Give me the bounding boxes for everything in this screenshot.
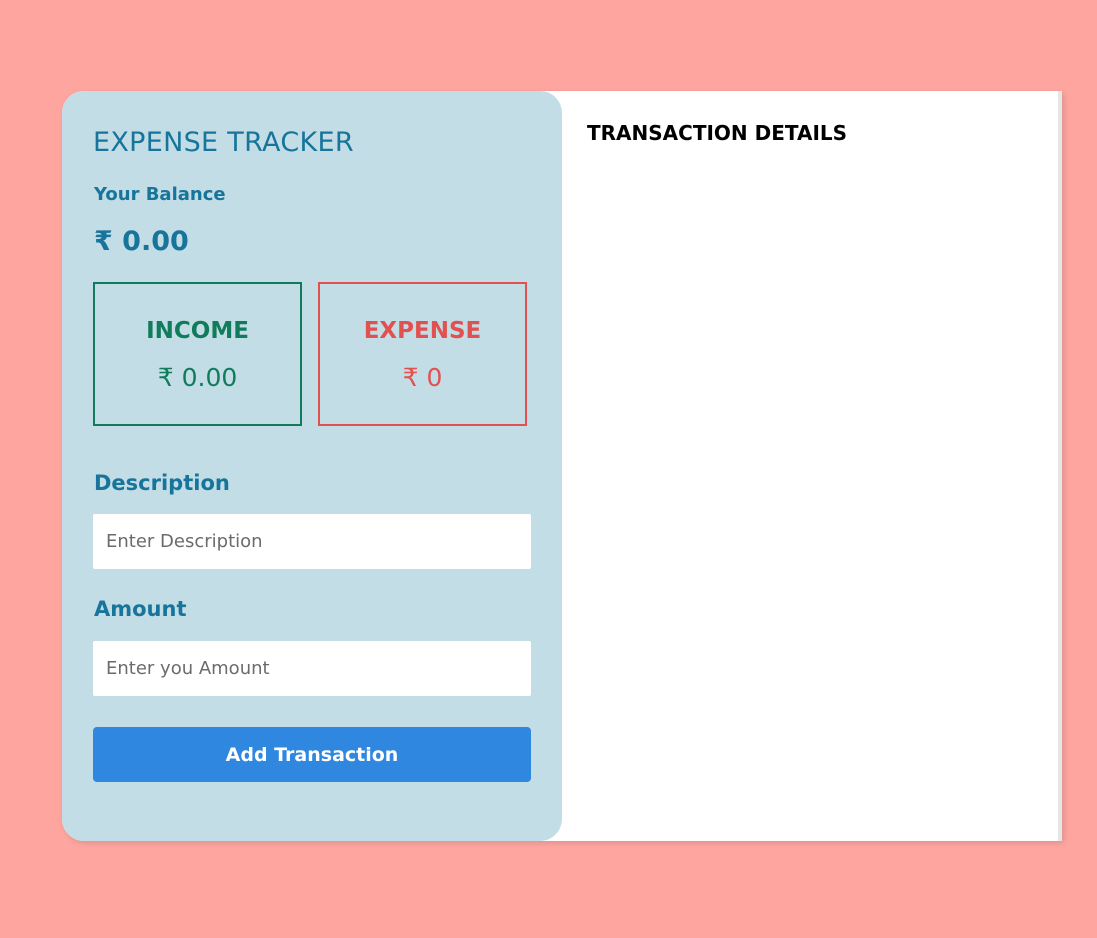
balance-label: Your Balance xyxy=(94,184,226,205)
balance-value: ₹ 0.00 xyxy=(94,226,189,257)
amount-input[interactable] xyxy=(93,641,531,696)
expense-value: ₹ 0 xyxy=(402,363,443,392)
income-title: INCOME xyxy=(146,318,249,344)
expense-tracker-card: EXPENSE TRACKER Your Balance ₹ 0.00 INCO… xyxy=(62,91,1062,841)
transaction-list xyxy=(587,166,1027,806)
expense-summary-box: EXPENSE ₹ 0 xyxy=(318,282,527,426)
amount-label: Amount xyxy=(94,597,187,621)
expense-title: EXPENSE xyxy=(363,318,482,344)
income-summary-box: INCOME ₹ 0.00 xyxy=(93,282,302,426)
add-transaction-button[interactable]: Add Transaction xyxy=(93,727,531,782)
transaction-details-title: TRANSACTION DETAILS xyxy=(587,121,848,145)
app-title: EXPENSE TRACKER xyxy=(93,127,354,158)
tracker-panel: EXPENSE TRACKER Your Balance ₹ 0.00 INCO… xyxy=(62,91,562,841)
description-input[interactable] xyxy=(93,514,531,569)
description-label: Description xyxy=(94,471,230,495)
income-value: ₹ 0.00 xyxy=(157,363,238,392)
